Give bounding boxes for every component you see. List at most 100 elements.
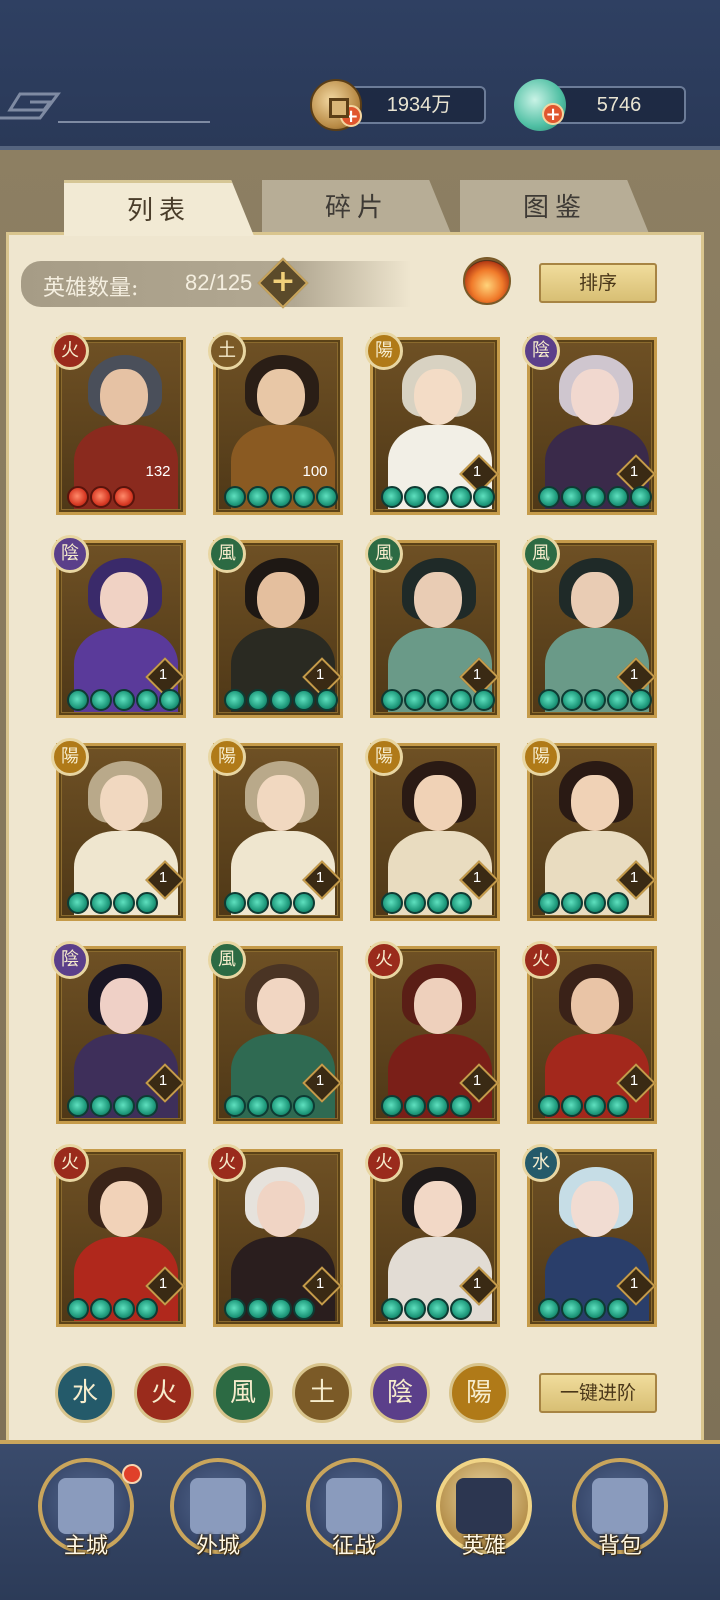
star-icon — [90, 486, 112, 508]
element-badge-icon: 陽 — [208, 738, 246, 776]
star-icon — [427, 486, 449, 508]
hero-level: 1 — [620, 1270, 648, 1298]
star-icon — [427, 689, 449, 711]
star-icon — [247, 1298, 269, 1320]
star-icon — [404, 486, 426, 508]
star-icon — [473, 689, 495, 711]
star-rating — [67, 1298, 158, 1322]
tab-list[interactable]: 列表 — [64, 180, 254, 236]
star-icon — [67, 892, 89, 914]
hero-card[interactable]: 陽1 — [522, 738, 657, 921]
ornament-pattern-icon — [0, 92, 210, 123]
star-icon — [450, 892, 472, 914]
element-filter-button[interactable]: 陽 — [449, 1363, 509, 1423]
star-icon — [538, 1298, 560, 1320]
star-icon — [584, 486, 606, 508]
hero-card[interactable]: 火1 — [522, 941, 657, 1124]
hero-card[interactable]: 陽1 — [365, 738, 500, 921]
star-icon — [561, 689, 583, 711]
outer-city-icon — [190, 1478, 246, 1534]
element-badge-icon: 風 — [365, 535, 403, 573]
hero-level: 1 — [149, 661, 177, 689]
hero-card[interactable]: 火 132 — [51, 332, 186, 515]
sort-button[interactable]: 排序 — [539, 263, 657, 303]
hero-card[interactable]: 土 100 — [208, 332, 343, 515]
element-badge-icon: 水 — [522, 1144, 560, 1182]
star-icon — [113, 892, 135, 914]
star-icon — [404, 1298, 426, 1320]
hero-count-label: 英雄数量: — [43, 276, 139, 301]
star-icon — [270, 1095, 292, 1117]
star-icon — [538, 486, 560, 508]
jade-currency-display[interactable]: + 5746 — [514, 79, 686, 131]
star-icon — [67, 1095, 89, 1117]
element-filter-button[interactable]: 水 — [55, 1363, 115, 1423]
star-icon — [293, 892, 315, 914]
star-icon — [113, 1298, 135, 1320]
top-bar: + 1934万 + 5746 — [0, 0, 720, 150]
element-filter-button[interactable]: 風 — [213, 1363, 273, 1423]
element-filter-button[interactable]: 土 — [292, 1363, 352, 1423]
hero-icon — [456, 1478, 512, 1534]
star-icon — [561, 486, 583, 508]
star-icon — [293, 689, 315, 711]
hero-card[interactable]: 風1 — [208, 535, 343, 718]
hero-card[interactable]: 陰1 — [51, 941, 186, 1124]
star-icon — [113, 486, 135, 508]
star-icon — [404, 892, 426, 914]
notification-dot-icon — [122, 1464, 142, 1484]
star-icon — [630, 689, 652, 711]
hero-level: 1 — [149, 1270, 177, 1298]
star-icon — [316, 486, 338, 508]
star-icon — [113, 689, 135, 711]
hero-card[interactable]: 水1 — [522, 1144, 657, 1327]
campaign-icon — [326, 1478, 382, 1534]
star-icon — [270, 689, 292, 711]
coin-currency-display[interactable]: + 1934万 — [310, 79, 486, 131]
hero-card[interactable]: 風1 — [208, 941, 343, 1124]
star-icon — [538, 892, 560, 914]
hero-card[interactable]: 火1 — [208, 1144, 343, 1327]
star-icon — [538, 689, 560, 711]
hero-card[interactable]: 火1 — [51, 1144, 186, 1327]
star-rating — [67, 1095, 158, 1119]
hero-level: 1 — [306, 1270, 334, 1298]
tab-codex[interactable]: 图鉴 — [460, 180, 650, 236]
hero-card[interactable]: 陰1 — [51, 535, 186, 718]
star-icon — [67, 486, 89, 508]
fire-icon[interactable] — [463, 257, 511, 305]
star-icon — [90, 1298, 112, 1320]
star-icon — [381, 1298, 403, 1320]
star-icon — [381, 486, 403, 508]
hero-card[interactable]: 陽1 — [208, 738, 343, 921]
nav-label: 背包 — [597, 1534, 642, 1559]
hero-card[interactable]: 火1 — [365, 1144, 500, 1327]
element-filter-button[interactable]: 火 — [134, 1363, 194, 1423]
hero-card[interactable]: 火1 — [365, 941, 500, 1124]
star-icon — [224, 486, 246, 508]
star-icon — [293, 1298, 315, 1320]
star-icon — [561, 1095, 583, 1117]
element-badge-icon: 風 — [208, 941, 246, 979]
element-filter-button[interactable]: 陰 — [370, 1363, 430, 1423]
star-rating — [381, 689, 495, 713]
hero-card[interactable]: 風1 — [365, 535, 500, 718]
tab-fragments[interactable]: 碎片 — [262, 180, 452, 236]
hero-card[interactable]: 陽1 — [51, 738, 186, 921]
hero-level: 1 — [620, 864, 648, 892]
upgrade-all-button[interactable]: 一键进阶 — [539, 1373, 657, 1413]
hero-card[interactable]: 風1 — [522, 535, 657, 718]
hero-card[interactable]: 陰1 — [522, 332, 657, 515]
star-rating — [381, 1298, 472, 1322]
star-icon — [561, 1298, 583, 1320]
hero-card[interactable]: 陽1 — [365, 332, 500, 515]
star-icon — [270, 892, 292, 914]
star-icon — [247, 1095, 269, 1117]
star-icon — [247, 486, 269, 508]
element-badge-icon: 風 — [208, 535, 246, 573]
hero-level: 1 — [620, 661, 648, 689]
hero-level: 1 — [306, 864, 334, 892]
star-icon — [561, 892, 583, 914]
nav-label: 征战 — [331, 1534, 376, 1559]
star-icon — [270, 1298, 292, 1320]
